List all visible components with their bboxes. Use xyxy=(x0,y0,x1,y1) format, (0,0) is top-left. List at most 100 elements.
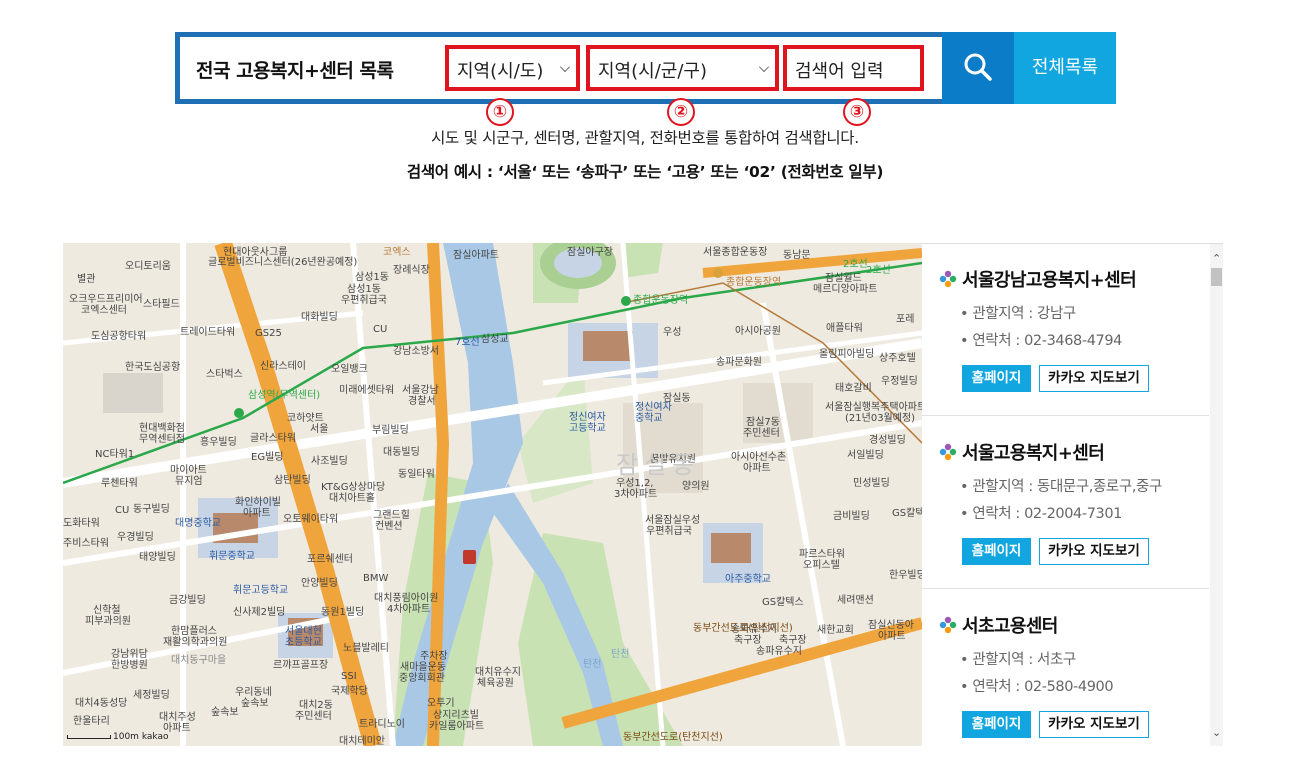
map-label: 오토웨이타워 xyxy=(283,514,339,525)
map-label: 태양빌딩 xyxy=(139,552,176,563)
map-label: 한우빌딩 xyxy=(889,570,922,581)
map-label: 상주호텔 xyxy=(879,353,916,364)
map-label: 동일타워 xyxy=(398,469,435,480)
center-name: 서울고용복지+센터 xyxy=(962,443,1105,464)
map-label: 르꺄프골프장 xyxy=(273,660,329,671)
map-label: 우편취급국 xyxy=(341,295,387,306)
map-label: 탄천 xyxy=(611,649,630,660)
homepage-button[interactable]: 홈페이지 xyxy=(962,711,1031,738)
map-label: 동남문 xyxy=(783,250,811,261)
map-label: 뮤지엄 xyxy=(175,476,203,487)
keyword-input[interactable]: 검색어 입력 xyxy=(783,45,924,91)
scrollbar-thumb[interactable] xyxy=(1211,268,1222,286)
map-label: 대명중학교 xyxy=(175,518,221,529)
map-label: 2호선 xyxy=(866,265,891,276)
map-label: 경찰서 xyxy=(408,396,436,407)
map-label: 재활의학과의원 xyxy=(163,637,228,648)
scale-label: 100m xyxy=(113,732,139,742)
list-item[interactable]: 서울강남고용복지+센터 • 관할지역 : 강남구 • 연락처 : 02-3468… xyxy=(922,244,1209,416)
map-label: 오디토리움 xyxy=(125,261,171,272)
map-label: 대치아트홀 xyxy=(329,493,375,504)
map-label: 4차아파트 xyxy=(387,604,431,615)
scale-bar xyxy=(67,734,111,739)
map-label: 메르디앙아파트 xyxy=(813,284,878,295)
map-label: CU xyxy=(115,505,130,516)
list-item[interactable]: 서울고용복지+센터 • 관할지역 : 동대문구,종로구,중구 • 연락처 : 0… xyxy=(922,417,1209,589)
kakao-map[interactable]: 현대아웃사그룹 글로벌비즈니스센터(26년완공예정) 오디토리움 별관 오크우드… xyxy=(63,243,922,746)
map-label: 포레 xyxy=(896,314,915,325)
map-label: 3차아파트 xyxy=(614,489,658,500)
search-button[interactable] xyxy=(942,32,1014,104)
map-label: 트라디노이 xyxy=(359,719,405,730)
map-label: 국제학당 xyxy=(331,686,368,697)
map-provider: kakao xyxy=(141,732,169,742)
annotation-marker-1: ① xyxy=(486,98,514,126)
map-label: 코엑스 xyxy=(383,247,411,258)
map-label: 대치4동성당 xyxy=(75,698,128,709)
keyword-placeholder: 검색어 입력 xyxy=(795,61,884,82)
annotation-marker-2: ② xyxy=(667,98,695,126)
map-label: 삼탄빌딩 xyxy=(274,475,311,486)
region-sigungu-select[interactable]: 지역(시/군/구) xyxy=(586,45,779,91)
map-label: 주비스타워 xyxy=(63,538,109,549)
list-item[interactable]: 서초고용센터 • 관할지역 : 서초구 • 연락처 : 02-580-4900 … xyxy=(922,590,1209,746)
map-label: 노블발레티 xyxy=(343,643,389,654)
map-label: 숲속보 xyxy=(211,707,239,718)
map-label: 아파트 xyxy=(243,508,271,519)
map-label: 아시아공원 xyxy=(735,326,781,337)
map-label: 서일빌딩 xyxy=(847,450,884,461)
map-label: 금강빌딩 xyxy=(169,595,206,606)
map-label: 도화타워 xyxy=(63,518,100,529)
chevron-down-icon xyxy=(759,62,769,72)
center-phone: • 연락처 : 02-2004-7301 xyxy=(960,506,1123,522)
map-label: 아파트 xyxy=(743,463,771,474)
map-label: 주차장 xyxy=(420,651,448,662)
map-label: 대치동구마을 xyxy=(171,655,227,666)
homepage-button[interactable]: 홈페이지 xyxy=(962,365,1031,392)
map-label: 코엑스센터 xyxy=(81,305,127,316)
map-label: 별관 xyxy=(77,274,96,285)
map-label: 우편취급국 xyxy=(646,526,692,537)
map-label: 루첸타워 xyxy=(101,478,138,489)
scroll-up-icon[interactable]: ⌃ xyxy=(1212,252,1221,265)
map-label: 송파유수지 xyxy=(756,646,802,657)
map-label: 동부간선도로(탄천지선) xyxy=(623,732,723,743)
map-label: 트레이드타워 xyxy=(180,327,236,338)
map-label: 종합운동장역 xyxy=(633,295,689,306)
center-name: 서울강남고용복지+센터 xyxy=(962,270,1137,291)
map-label: 삼성역(무역센터) xyxy=(248,390,321,401)
map-label: 글라스타워 xyxy=(250,433,296,444)
map-label: 올림피아빌딩 xyxy=(819,349,875,360)
map-label: 컨벤션 xyxy=(375,521,403,532)
map-label: 아파트 xyxy=(878,631,906,642)
center-name: 서초고용센터 xyxy=(962,616,1058,637)
all-list-button[interactable]: 전체목록 xyxy=(1014,32,1116,104)
map-label: 한국도심공항 xyxy=(125,362,181,373)
kakao-map-button[interactable]: 카카오 지도보기 xyxy=(1039,365,1149,392)
search-title: 전국 고용복지+센터 목록 xyxy=(196,60,394,82)
region-sido-select[interactable]: 지역(시/도) xyxy=(445,45,580,91)
homepage-button[interactable]: 홈페이지 xyxy=(962,538,1031,565)
center-list: 서울강남고용복지+센터 • 관할지역 : 강남구 • 연락처 : 02-3468… xyxy=(922,243,1223,746)
map-label: 사조빌딩 xyxy=(311,456,348,467)
map-label: 서울종합운동장 xyxy=(703,247,768,258)
kakao-map-button[interactable]: 카카오 지도보기 xyxy=(1039,538,1149,565)
map-label: 7호선 xyxy=(455,337,480,348)
center-logo-icon xyxy=(939,270,957,288)
map-label: 안양빌딩 xyxy=(301,578,338,589)
map-label: 스타필드 xyxy=(143,299,180,310)
map-label: 송파문화원 xyxy=(716,357,762,368)
map-label: 스타벅스 xyxy=(206,369,243,380)
map-label: 대화빌딩 xyxy=(301,312,338,323)
kakao-map-button[interactable]: 카카오 지도보기 xyxy=(1039,711,1149,738)
scroll-down-icon[interactable]: ⌄ xyxy=(1212,726,1221,739)
map-label: 동구빌딩 xyxy=(133,504,170,515)
map-label: 우정빌딩 xyxy=(881,376,918,387)
map-label: 오일뱅크 xyxy=(331,364,368,375)
list-scrollbar[interactable]: ⌃ ⌄ xyxy=(1210,244,1223,746)
map-label: 주민센터 xyxy=(295,711,332,722)
map-label: 우성 xyxy=(663,327,682,338)
center-logo-icon xyxy=(939,616,957,634)
chevron-down-icon xyxy=(560,62,570,72)
center-phone: • 연락처 : 02-3468-4794 xyxy=(960,333,1123,349)
